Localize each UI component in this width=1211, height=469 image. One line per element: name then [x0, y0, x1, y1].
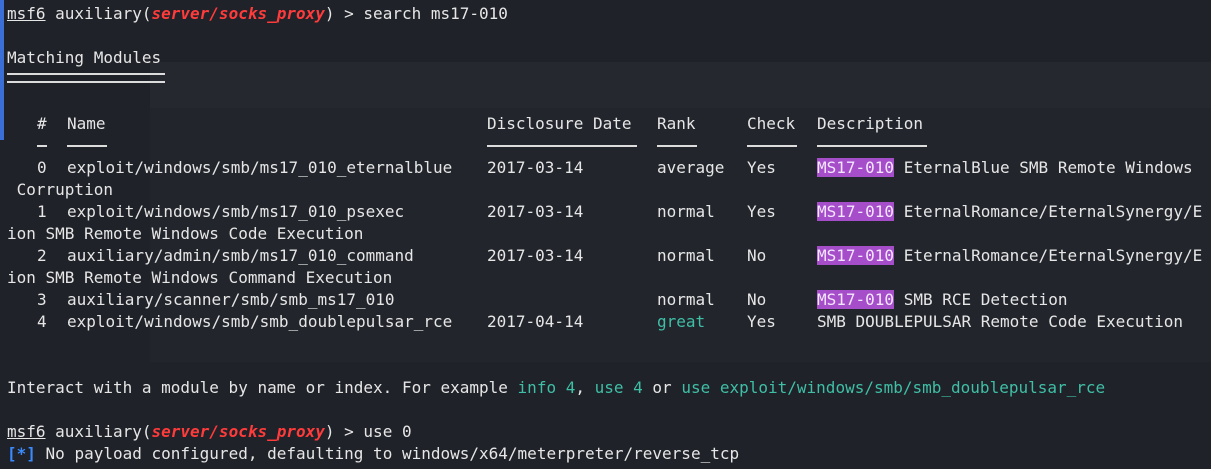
- terminal-window[interactable]: msf6 auxiliary(server/socks_proxy) > sea…: [0, 0, 1211, 469]
- row-1-description: MS17-010 EternalRomance/EternalSynergy/E: [817, 201, 1202, 223]
- prompt-module: server/socks_proxy: [151, 4, 325, 23]
- row-2-rank: normal: [657, 246, 715, 265]
- col-header-check: Check: [747, 114, 796, 133]
- row-3-name[interactable]: auxiliary/scanner/smb/smb_ms17_010: [67, 289, 395, 311]
- row-4-rank: great: [657, 312, 706, 331]
- left-accent-bar: [0, 0, 4, 140]
- prompt-text: auxiliary(: [45, 4, 152, 23]
- prompt-module-2: server/socks_proxy: [151, 422, 325, 441]
- prompt-prefix-2: msf6: [7, 422, 46, 441]
- col-header-name: Name: [67, 114, 106, 133]
- info-marker: [*]: [7, 444, 36, 463]
- row-0-description-wrap: Corruption: [7, 180, 113, 199]
- col-header-date: Disclosure Date: [487, 114, 632, 133]
- row-0-rank: average: [657, 158, 725, 177]
- hint-use-module: use exploit/windows/smb/smb_doublepulsar…: [681, 378, 1106, 397]
- row-1-rank: normal: [657, 202, 715, 221]
- command-text: search ms17-010: [363, 4, 508, 23]
- interact-hint: Interact with a module by name or index.…: [7, 377, 1105, 399]
- row-0-tag: MS17-010: [817, 158, 895, 177]
- row-2-check: No: [747, 246, 767, 265]
- hint-info-4: info 4: [517, 378, 576, 397]
- row-1-name[interactable]: exploit/windows/smb/ms17_010_psexec: [67, 201, 404, 223]
- row-2-date: 2017-03-14: [487, 246, 584, 265]
- row-2-description-wrap: ion SMB Remote Windows Command Execution: [7, 268, 393, 287]
- row-3-desc-text: SMB RCE Detection: [894, 290, 1068, 309]
- row-3-num: 3: [37, 290, 47, 309]
- row-1-check: Yes: [747, 202, 776, 221]
- underline-name: [67, 145, 107, 147]
- row-2-desc-text: EternalRomance/EternalSynergy/E: [894, 246, 1203, 265]
- underline-date: [487, 145, 637, 147]
- row-3-tag: MS17-010: [817, 290, 895, 309]
- underline-rank: [657, 145, 697, 147]
- row-3-check: No: [747, 290, 767, 309]
- row-2-name[interactable]: auxiliary/admin/smb/ms17_010_command: [67, 245, 414, 267]
- row-0-num: 0: [37, 158, 47, 177]
- prompt-arrow-2: ) >: [324, 422, 364, 441]
- hint-sep-1: ,: [575, 378, 595, 397]
- row-4-name[interactable]: exploit/windows/smb/smb_doublepulsar_rce: [67, 311, 452, 333]
- row-4-num: 4: [37, 312, 47, 331]
- row-1-num: 1: [37, 202, 47, 221]
- info-message: [*] No payload configured, defaulting to…: [7, 443, 739, 465]
- underline-num: [37, 145, 47, 147]
- underline-description: [817, 145, 927, 147]
- heading-underline: [7, 73, 165, 83]
- row-0-check: Yes: [747, 158, 776, 177]
- row-4-description: SMB DOUBLEPULSAR Remote Code Execution: [817, 312, 1184, 331]
- row-3-rank: normal: [657, 290, 715, 309]
- command-line-2: msf6 auxiliary(server/socks_proxy) > use…: [7, 421, 412, 443]
- row-1-description-wrap: ion SMB Remote Windows Code Execution: [7, 224, 364, 243]
- row-4-date: 2017-04-14: [487, 312, 584, 331]
- section-heading: Matching Modules: [7, 48, 162, 67]
- row-4-check: Yes: [747, 312, 776, 331]
- row-2-num: 2: [37, 246, 47, 265]
- row-1-tag: MS17-010: [817, 202, 895, 221]
- row-1-date: 2017-03-14: [487, 202, 584, 221]
- row-3-description: MS17-010 SMB RCE Detection: [817, 289, 1067, 311]
- row-0-name[interactable]: exploit/windows/smb/ms17_010_eternalblue: [67, 157, 452, 179]
- prompt-prefix: msf6: [7, 4, 46, 23]
- row-0-desc-text: EternalBlue SMB Remote Windows: [894, 158, 1193, 177]
- hint-use-4: use 4: [594, 378, 643, 397]
- command-line-1: msf6 auxiliary(server/socks_proxy) > sea…: [7, 3, 508, 25]
- row-2-description: MS17-010 EternalRomance/EternalSynergy/E: [817, 245, 1202, 267]
- interact-text: Interact with a module by name or index.…: [7, 378, 518, 397]
- col-header-num: #: [37, 114, 47, 133]
- info-text: No payload configured, defaulting to win…: [35, 444, 740, 463]
- row-2-tag: MS17-010: [817, 246, 895, 265]
- row-0-description: MS17-010 EternalBlue SMB Remote Windows: [817, 157, 1193, 179]
- hint-sep-2: or: [642, 378, 682, 397]
- command-text-2: use 0: [363, 422, 412, 441]
- row-1-desc-text: EternalRomance/EternalSynergy/E: [894, 202, 1203, 221]
- row-0-date: 2017-03-14: [487, 158, 584, 177]
- col-header-description: Description: [817, 114, 923, 133]
- prompt-text-2: auxiliary(: [45, 422, 152, 441]
- prompt-arrow: ) >: [324, 4, 364, 23]
- underline-check: [747, 145, 797, 147]
- col-header-rank: Rank: [657, 114, 696, 133]
